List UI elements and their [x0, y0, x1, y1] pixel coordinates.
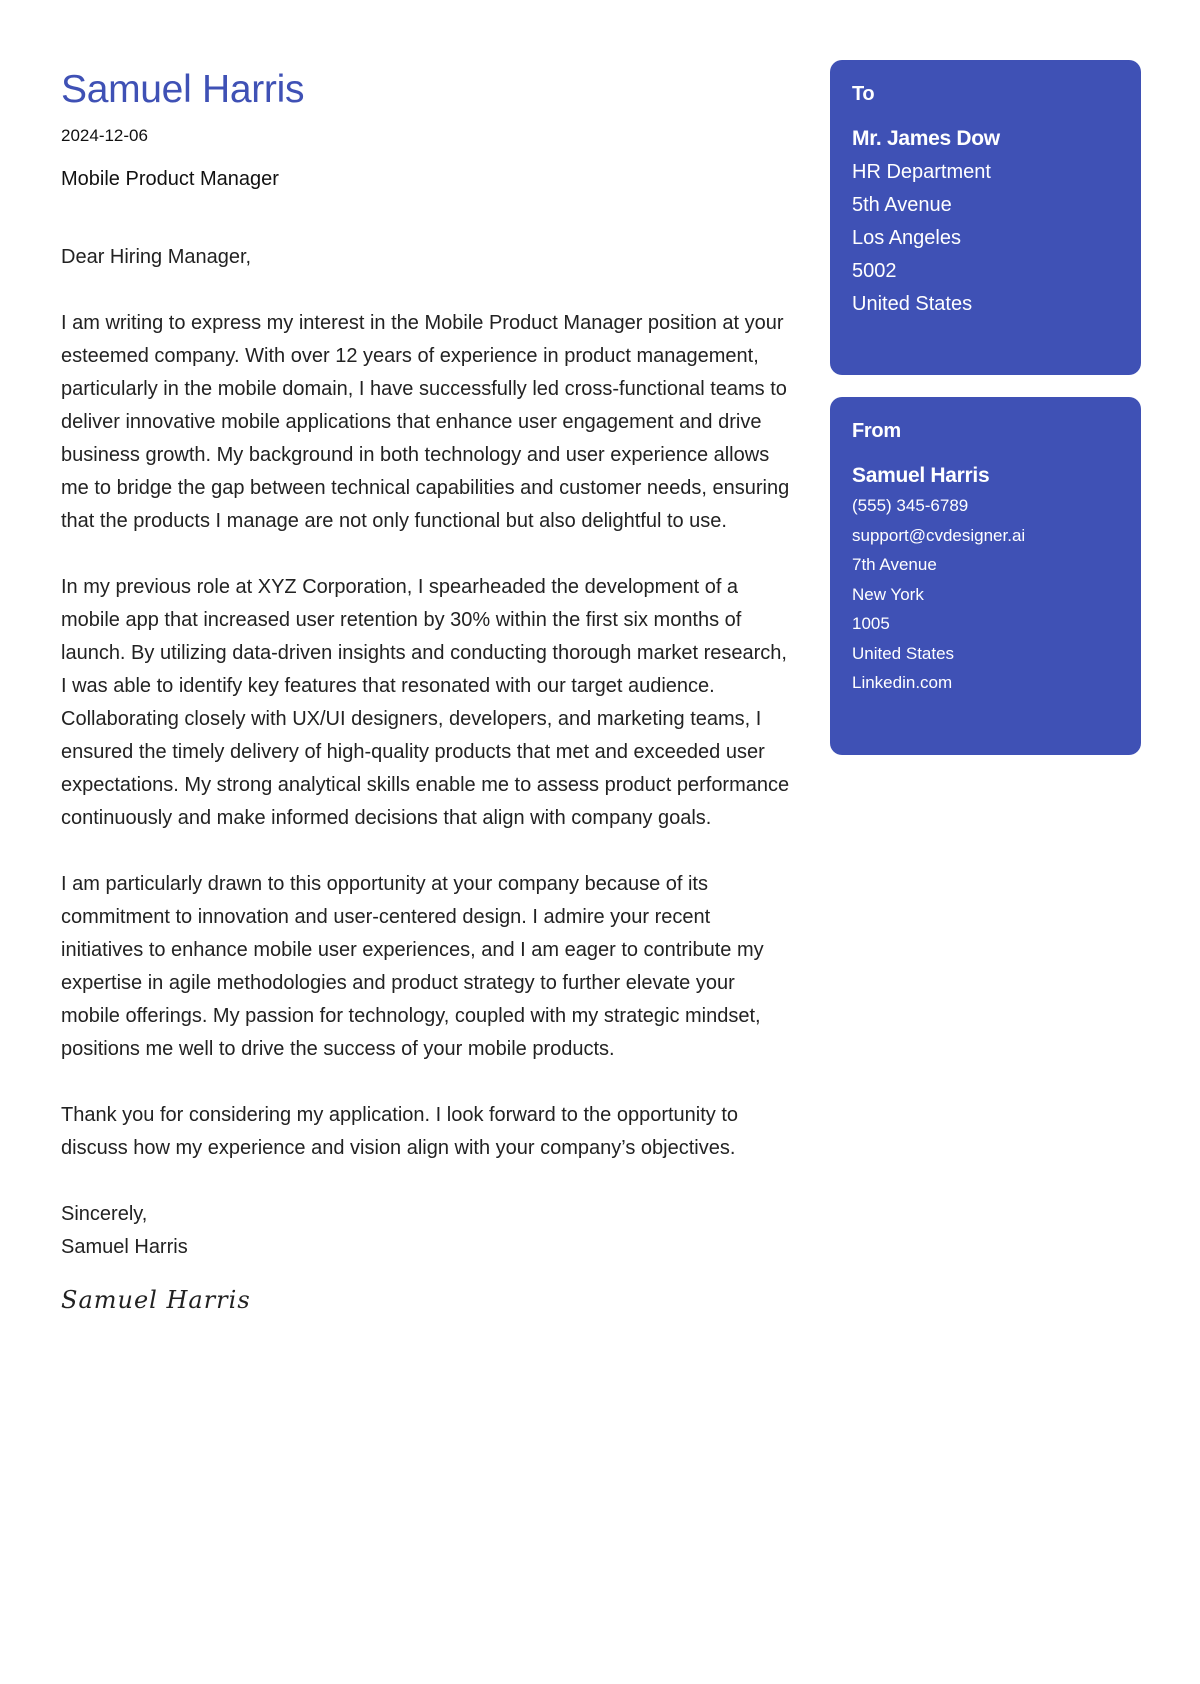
recipient-country: United States [852, 293, 973, 315]
signature: Samuel Harris [61, 1286, 251, 1314]
sender-card-label: From [852, 420, 901, 442]
salutation: Dear Hiring Manager, [61, 246, 252, 268]
sender-street: 7th Avenue [852, 555, 937, 574]
sender-zip: 1005 [852, 614, 890, 633]
body-paragraph-3: I am particularly drawn to this opportun… [61, 873, 764, 1060]
recipient-name: Mr. James Dow [852, 127, 1000, 150]
recipient-card-label: To [852, 83, 875, 105]
sender-card-name: Samuel Harris [852, 464, 990, 487]
body-paragraph-1: I am writing to express my interest in t… [61, 312, 790, 532]
recipient-department: HR Department [852, 161, 991, 183]
closing: Sincerely, [61, 1203, 148, 1225]
sender-country: United States [852, 643, 955, 663]
sender-city: New York [852, 584, 924, 604]
body-paragraph-4: Thank you for considering my application… [61, 1104, 739, 1159]
sender-name-heading: Samuel Harris [61, 68, 305, 111]
letter-date: 2024-12-06 [61, 126, 148, 145]
letter-body: Dear Hiring Manager, I am writing to exp… [61, 241, 791, 1317]
recipient-zip: 5002 [852, 260, 897, 282]
recipient-street: 5th Avenue [852, 194, 952, 216]
sender-website-link[interactable]: Linkedin.com [852, 668, 1119, 698]
sender-phone: (555) 345-6789 [852, 496, 969, 515]
sender-email[interactable]: support@cvdesigner.ai [852, 521, 1119, 551]
recipient-card: To Mr. James Dow HR Department 5th Avenu… [830, 60, 1141, 375]
sender-card: From Samuel Harris (555) 345-6789 suppor… [830, 397, 1141, 755]
closing-name: Samuel Harris [61, 1236, 188, 1258]
body-paragraph-2: In my previous role at XYZ Corporation, … [61, 576, 790, 829]
letter-main: Samuel Harris 2024-12-06 Mobile Product … [61, 66, 791, 1317]
job-title: Mobile Product Manager [61, 168, 279, 190]
recipient-city: Los Angeles [852, 227, 961, 249]
